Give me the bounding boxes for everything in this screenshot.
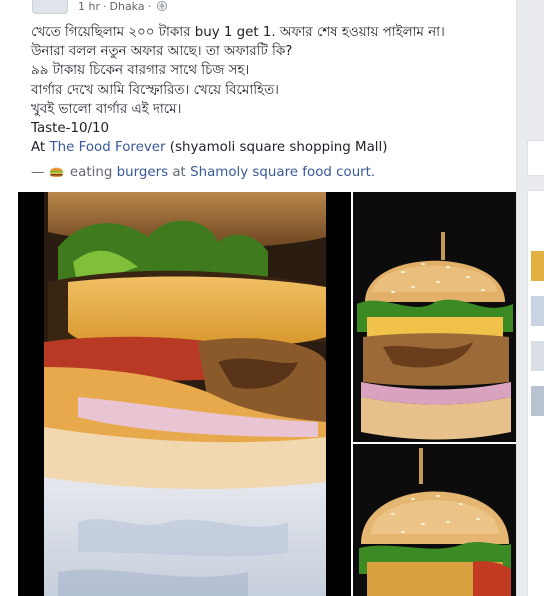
post-message-line: বার্গার দেখে আমি বিস্ফোরিত। খেয়ে বিমোহি… [31,82,279,98]
post-location[interactable]: Dhaka [110,0,145,14]
post-message-line: খুবই ভালো বার্গার এই দামে। [31,101,182,117]
post-message-line: উনারা বলল নতুন অফার আছে। তা অফারটি কি? [31,44,293,60]
sidebar-thumbnail[interactable] [531,386,544,416]
activity-object-link[interactable]: burgers [117,165,168,180]
post-header: 1 hr · Dhaka · [0,0,516,18]
place-link[interactable]: The Food Forever [49,140,165,155]
sidebar-card-edge [527,190,544,596]
photo-burger-top-view[interactable] [353,444,516,596]
activity-at: at [172,165,186,180]
meta-separator: · [147,0,152,13]
post-message: খেতে গিয়েছিলাম ২০০ টাকার buy 1 get 1. অ… [31,23,511,157]
post-timestamp[interactable]: 1 hr [78,0,100,14]
avatar[interactable] [32,0,68,14]
activity-dash: — [31,165,45,180]
sidebar-thumbnail[interactable] [531,341,544,371]
post-message-line: খেতে গিয়েছিলাম ২০০ টাকার buy 1 get 1. অ… [31,25,445,40]
post-message-line: ৯৯ টাকায় চিকেন বারগার সাথে চিজ সহ। [31,63,250,79]
meta-separator: · [103,0,107,13]
at-prefix: At [31,140,46,156]
post-meta: 1 hr · Dhaka · [78,0,168,14]
activity-place-link[interactable]: Shamoly square food court. [190,165,375,180]
feed-post: 1 hr · Dhaka · খেতে গিয়েছিলাম ২০০ টাকার bu… [0,0,517,596]
sidebar-thumbnail[interactable] [531,296,544,326]
activity-line: — eating burgers at Shamoly square food … [31,163,375,182]
globe-icon[interactable] [157,1,168,11]
post-location-line: At The Food Forever (shyamoli square sho… [31,138,511,157]
photo-burger-closeup[interactable] [18,192,351,596]
activity-verb: eating [69,165,113,180]
place-suffix: (shyamoli square shopping Mall) [169,140,388,156]
sidebar-thumbnail[interactable] [531,251,544,281]
post-message-line: Taste-10/10 [31,121,110,137]
photo-burger-side-view[interactable] [353,192,516,442]
burger-emoji-icon [49,165,64,178]
sidebar-card-edge [527,140,544,176]
photo-grid [18,192,516,596]
